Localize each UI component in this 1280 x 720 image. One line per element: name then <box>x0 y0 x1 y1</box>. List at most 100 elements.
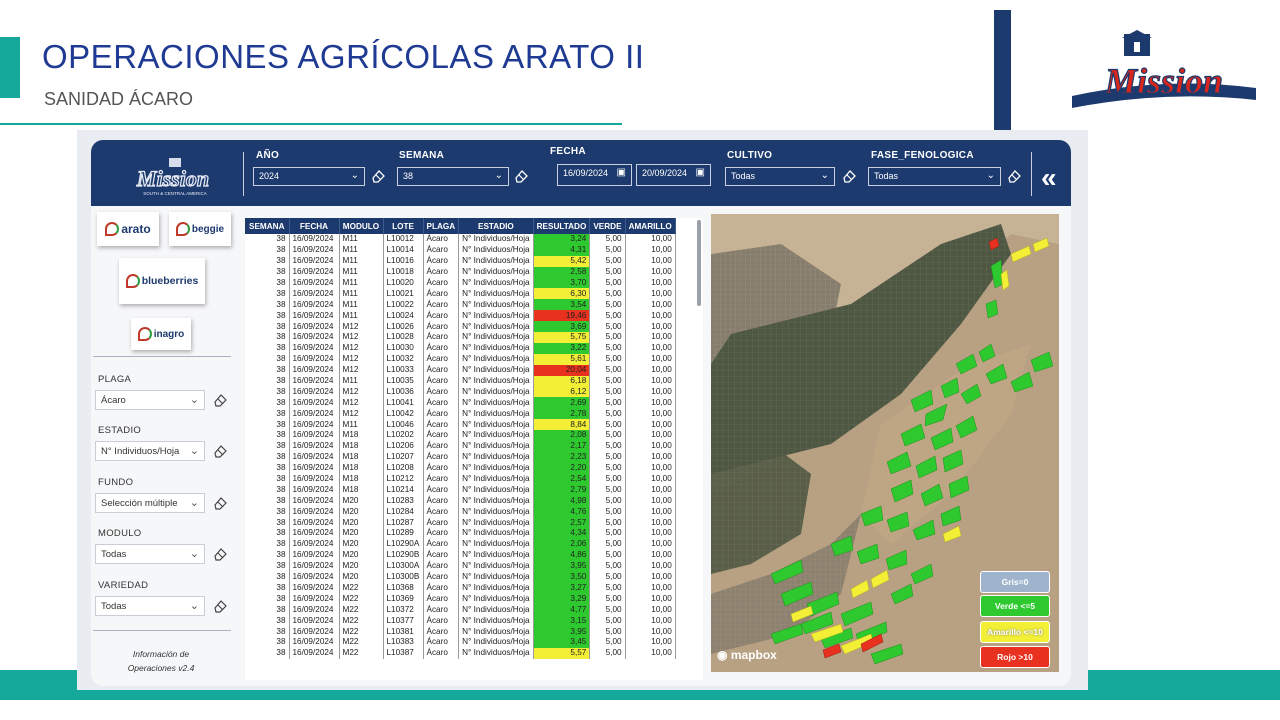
eraser-icon[interactable] <box>513 168 529 184</box>
legend-amarillo-button[interactable]: Amarillo <=10 <box>980 621 1050 643</box>
table-row[interactable]: 38 16/09/2024 M12 L10036 Ácaro N° Individuos/… <box>245 386 676 398</box>
table-cell: 5,00 <box>589 440 626 452</box>
filter-estadio-select[interactable]: N° Individuos/Hoja ⌄ <box>95 441 205 461</box>
brand-inagro-button[interactable]: inagro <box>131 318 191 350</box>
table-row[interactable]: 38 16/09/2024 M18 L10208 Ácaro N° Individuos/… <box>245 462 676 474</box>
filter-fase-select[interactable]: Todas ⌄ <box>868 167 1001 186</box>
table-cell: 5,00 <box>589 560 626 572</box>
filter-plaga-select[interactable]: Ácaro ⌄ <box>95 390 205 410</box>
eraser-icon[interactable] <box>370 168 386 184</box>
column-header[interactable]: LOTE <box>383 218 424 234</box>
column-header[interactable]: SEMANA <box>245 218 290 234</box>
brand-beggie-button[interactable]: beggie <box>169 212 231 246</box>
table-cell: 10,00 <box>625 419 676 431</box>
table-cell: 8,84 <box>533 419 591 431</box>
column-header[interactable]: PLAGA <box>423 218 460 234</box>
table-row[interactable]: 38 16/09/2024 M12 L10028 Ácaro N° Individuos/… <box>245 332 676 343</box>
brand-arato-button[interactable]: arato <box>97 212 159 246</box>
table-row[interactable]: 38 16/09/2024 M12 L10032 Ácaro N° Individuos/… <box>245 353 676 365</box>
table-row[interactable]: 38 16/09/2024 M22 L10372 Ácaro N° Individuos/… <box>245 604 676 616</box>
table-row[interactable]: 38 16/09/2024 M12 L10033 Ácaro N° Individuos/… <box>245 364 676 376</box>
table-row[interactable]: 38 16/09/2024 M11 L10046 Ácaro N° Individuos/… <box>245 419 676 431</box>
table-row[interactable]: 38 16/09/2024 M22 L10381 Ácaro N° Individuos/… <box>245 626 676 637</box>
eraser-icon[interactable] <box>212 443 228 459</box>
eraser-icon[interactable] <box>841 168 857 184</box>
table-cell: Ácaro <box>423 408 460 420</box>
table-row[interactable]: 38 16/09/2024 M20 L10289 Ácaro N° Individuos/… <box>245 528 676 539</box>
table-row[interactable]: 38 16/09/2024 M18 L10206 Ácaro N° Individuos/… <box>245 440 676 452</box>
table-cell: 3,69 <box>533 321 591 333</box>
table-row[interactable]: 38 16/09/2024 M12 L10030 Ácaro N° Individuos/… <box>245 342 676 354</box>
table-cell: 10,00 <box>625 430 676 441</box>
collapse-panel-icon[interactable]: « <box>1041 162 1057 194</box>
table-row[interactable]: 38 16/09/2024 M20 L10290A Ácaro N° Individuos… <box>245 538 676 550</box>
table-row[interactable]: 38 16/09/2024 M20 L10284 Ácaro N° Individuos/… <box>245 506 676 518</box>
fecha-to-input[interactable]: 20/09/2024 ▣ <box>636 164 711 186</box>
brand-blueberries-button[interactable]: blueberries <box>119 258 205 304</box>
table-row[interactable]: 38 16/09/2024 M20 L10300A Ácaro N° Individuos… <box>245 560 676 572</box>
table-cell: L10207 <box>383 451 424 463</box>
column-header[interactable]: MODULO <box>339 218 384 234</box>
table-cell: 10,00 <box>625 549 676 561</box>
table-cell: 38 <box>245 419 290 431</box>
column-header[interactable]: RESULTADO <box>533 218 591 234</box>
table-row[interactable]: 38 16/09/2024 M11 L10014 Ácaro N° Individuos/… <box>245 244 676 256</box>
filter-anio-select[interactable]: 2024 ⌄ <box>253 167 365 186</box>
table-row[interactable]: 38 16/09/2024 M11 L10012 Ácaro N° Individuos/… <box>245 234 676 245</box>
table-row[interactable]: 38 16/09/2024 M22 L10377 Ácaro N° Individuos/… <box>245 615 676 627</box>
table-cell: N° Individuos/Hoja <box>458 266 534 278</box>
filter-modulo-select[interactable]: Todas ⌄ <box>95 544 205 564</box>
filter-fase-label: FASE_FENOLOGICA <box>871 150 974 161</box>
column-header[interactable]: FECHA <box>289 218 340 234</box>
table-row[interactable]: 38 16/09/2024 M18 L10207 Ácaro N° Individuos/… <box>245 451 676 463</box>
table-row[interactable]: 38 16/09/2024 M22 L10369 Ácaro N° Individuos/… <box>245 593 676 605</box>
table-row[interactable]: 38 16/09/2024 M22 L10387 Ácaro N° Individuos/… <box>245 647 676 659</box>
table-row[interactable]: 38 16/09/2024 M12 L10041 Ácaro N° Individuos/… <box>245 397 676 409</box>
table-row[interactable]: 38 16/09/2024 M11 L10016 Ácaro N° Individuos/… <box>245 255 676 267</box>
table-row[interactable]: 38 16/09/2024 M22 L10383 Ácaro N° Individuos/… <box>245 636 676 648</box>
leaf-icon <box>105 222 120 236</box>
eraser-icon[interactable] <box>212 546 228 562</box>
filter-fundo-select[interactable]: Selección múltiple ⌄ <box>95 493 205 513</box>
table-row[interactable]: 38 16/09/2024 M11 L10022 Ácaro N° Individuos/… <box>245 299 676 311</box>
table-row[interactable]: 38 16/09/2024 M22 L10368 Ácaro N° Individuos/… <box>245 582 676 594</box>
legend-rojo-button[interactable]: Rojo >10 <box>980 646 1050 668</box>
table-row[interactable]: 38 16/09/2024 M20 L10290B Ácaro N° Individuos… <box>245 549 676 561</box>
eraser-icon[interactable] <box>212 495 228 511</box>
table-row[interactable]: 38 16/09/2024 M20 L10287 Ácaro N° Individuos/… <box>245 517 676 529</box>
table-row[interactable]: 38 16/09/2024 M20 L10300B Ácaro N° Individuos… <box>245 571 676 583</box>
table-scrollbar[interactable] <box>697 220 701 306</box>
fecha-from-input[interactable]: 16/09/2024 ▣ <box>557 164 632 186</box>
eraser-icon[interactable] <box>212 598 228 614</box>
legend-verde-button[interactable]: Verde <=5 <box>980 595 1050 617</box>
table-row[interactable]: 38 16/09/2024 M12 L10026 Ácaro N° Individuos/… <box>245 321 676 333</box>
results-table: SEMANA FECHA MODULO LOTE PLAGA ESTADIO RESULTA… <box>245 218 703 680</box>
table-row[interactable]: 38 16/09/2024 M11 L10018 Ácaro N° Individuos/… <box>245 266 676 278</box>
table-row[interactable]: 38 16/09/2024 M18 L10214 Ácaro N° Individuos/… <box>245 484 676 496</box>
table-cell: 10,00 <box>625 277 676 289</box>
table-row[interactable]: 38 16/09/2024 M11 L10020 Ácaro N° Individuos/… <box>245 277 676 289</box>
eraser-icon[interactable] <box>212 392 228 408</box>
table-row[interactable]: 38 16/09/2024 M20 L10283 Ácaro N° Individuos/… <box>245 495 676 507</box>
table-cell: 5,00 <box>589 604 626 616</box>
filter-semana-select[interactable]: 38 ⌄ <box>397 167 509 186</box>
table-row[interactable]: 38 16/09/2024 M11 L10035 Ácaro N° Individuos/… <box>245 375 676 387</box>
satellite-map[interactable]: ◉ mapbox Gris=0 Verde <=5 Amarillo <=10 … <box>711 214 1059 672</box>
column-header[interactable]: VERDE <box>589 218 626 234</box>
table-cell: L10300B <box>383 571 424 583</box>
filter-cultivo-select[interactable]: Todas ⌄ <box>725 167 835 186</box>
table-row[interactable]: 38 16/09/2024 M11 L10021 Ácaro N° Individuos/… <box>245 288 676 300</box>
table-row[interactable]: 38 16/09/2024 M18 L10202 Ácaro N° Individuos/… <box>245 430 676 441</box>
legend-gris-button[interactable]: Gris=0 <box>980 571 1050 593</box>
table-cell: 5,00 <box>589 462 626 474</box>
table-row[interactable]: 38 16/09/2024 M12 L10042 Ácaro N° Individuos/… <box>245 408 676 420</box>
table-cell: 38 <box>245 451 290 463</box>
column-header[interactable]: AMARILLO <box>625 218 676 234</box>
table-row[interactable]: 38 16/09/2024 M18 L10212 Ácaro N° Individuos/… <box>245 473 676 485</box>
column-header[interactable]: ESTADIO <box>458 218 534 234</box>
table-cell: Ácaro <box>423 288 460 300</box>
table-row[interactable]: 38 16/09/2024 M11 L10024 Ácaro N° Individuos/… <box>245 310 676 322</box>
filter-variedad-select[interactable]: Todas ⌄ <box>95 596 205 616</box>
eraser-icon[interactable] <box>1006 168 1022 184</box>
header-separator <box>243 152 244 196</box>
